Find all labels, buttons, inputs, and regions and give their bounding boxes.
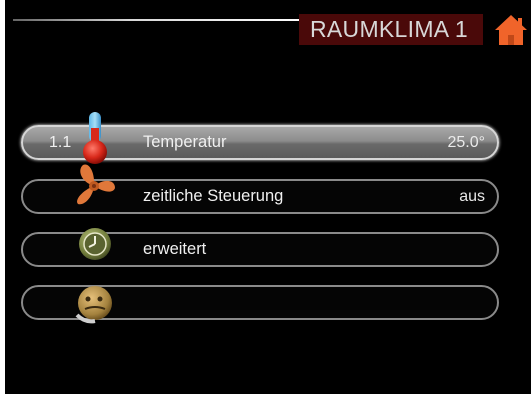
home-button[interactable] <box>493 13 529 47</box>
menu-item-label: zeitliche Steuerung <box>143 187 284 205</box>
home-icon <box>495 15 527 45</box>
fan-icon <box>77 164 115 205</box>
display-screen: RAUMKLIMA 1 1.1 Temperatur 25.0° zeitlic… <box>5 0 531 394</box>
menu-item-label: Temperatur <box>143 133 227 151</box>
menu-item-value: aus <box>459 188 485 205</box>
clock-icon <box>79 228 111 260</box>
thermometer-icon <box>83 112 107 164</box>
header-divider <box>13 19 305 21</box>
page-title: RAUMKLIMA 1 <box>310 16 468 42</box>
menu-item-number: 1.1 <box>49 134 72 151</box>
help-face-icon <box>75 286 112 324</box>
menu-item-label: erweitert <box>143 240 207 258</box>
menu-item-value: 25.0° <box>447 134 485 151</box>
